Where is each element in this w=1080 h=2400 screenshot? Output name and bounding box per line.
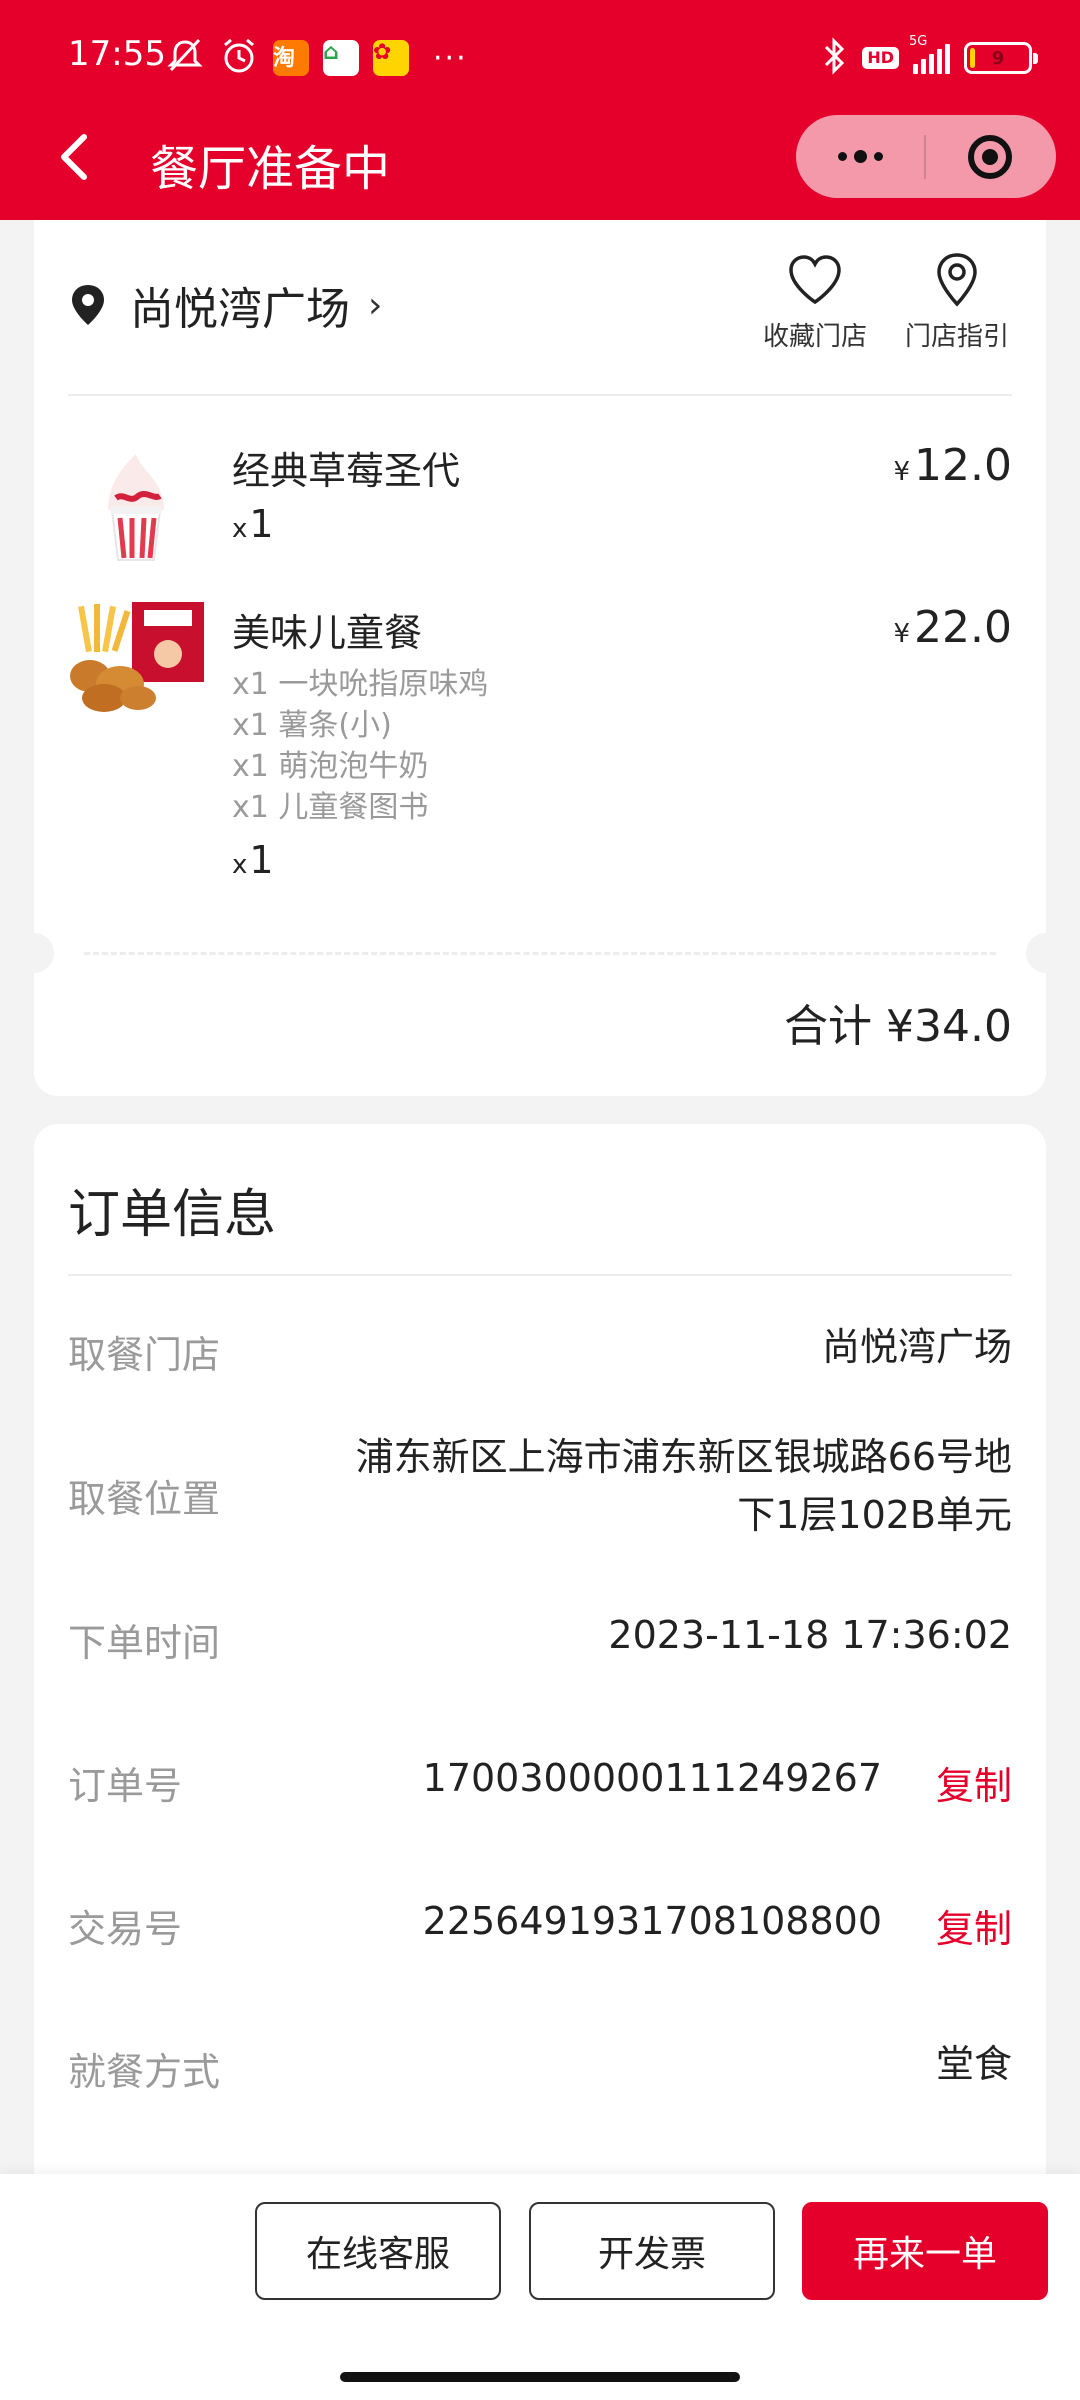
store-name: 尚悦湾广场 — [130, 284, 350, 335]
home-indicator[interactable] — [340, 2372, 740, 2382]
battery-level — [970, 48, 976, 68]
item-name: 美味儿童餐 — [232, 611, 423, 655]
order-item: 美味儿童餐 ¥22.0 x1 一块吮指原味鸡 x1 薯条(小) x1 萌泡泡牛奶… — [68, 602, 1012, 902]
order-info-title: 订单信息 — [68, 1185, 277, 1245]
map-pin-icon — [937, 253, 977, 307]
status-notification-icons: 淘 ⌂ ✿ ··· — [165, 36, 468, 80]
info-label: 订单号 — [68, 1764, 183, 1808]
order-info-card: 订单信息 取餐门店 尚悦湾广场 取餐位置 浦东新区上海市浦东新区银城路66号地 … — [34, 1124, 1046, 2224]
heart-icon — [789, 255, 841, 305]
status-bar: 17:55 淘 ⌂ ✿ ··· HD 5G 9 — [0, 0, 1080, 115]
sub-item: x1 薯条(小) — [232, 708, 392, 743]
info-value: 尚悦湾广场 — [821, 1325, 1012, 1369]
home-app-icon: ⌂ — [323, 40, 359, 76]
item-price: ¥22.0 — [893, 602, 1012, 653]
info-value-line: 浦东新区上海市浦东新区银城路66号地 — [355, 1435, 1012, 1479]
online-service-button[interactable]: 在线客服 — [255, 2202, 501, 2300]
dashed-divider — [84, 952, 996, 955]
order-items-card: 尚悦湾广场 › 收藏门店 门店指引 经典草莓圣代 ¥12.0 x1 美味儿童餐 … — [14, 200, 1066, 1096]
target-close-icon — [968, 134, 1012, 179]
info-label: 交易号 — [68, 1907, 183, 1951]
chevron-right-icon: › — [368, 284, 383, 326]
order-item: 经典草莓圣代 ¥12.0 x1 — [68, 440, 1012, 570]
more-notifications-icon: ··· — [433, 40, 468, 76]
info-label: 取餐位置 — [68, 1477, 221, 1521]
location-pin-icon — [72, 285, 104, 325]
network-type: 5G — [909, 34, 928, 49]
sundae-image — [68, 440, 204, 576]
nav-bar: 餐厅准备中 — [0, 115, 1080, 220]
info-label: 取餐门店 — [68, 1333, 221, 1377]
more-button[interactable] — [796, 115, 924, 198]
page-title: 餐厅准备中 — [150, 141, 391, 197]
order-total: 合计 ¥34.0 — [784, 1001, 1012, 1052]
hd-badge: HD — [862, 47, 899, 69]
alarm-icon — [219, 36, 259, 80]
info-value: 1700300000111249267 — [422, 1756, 882, 1800]
info-value: 2023-11-18 17:36:02 — [608, 1613, 1012, 1657]
mini-program-capsule — [796, 115, 1056, 198]
bluetooth-icon — [822, 36, 848, 80]
sub-item: x1 萌泡泡牛奶 — [232, 749, 429, 784]
store-link[interactable]: 尚悦湾广场 › — [68, 270, 382, 340]
mute-icon — [165, 36, 205, 80]
item-price: ¥12.0 — [893, 440, 1012, 491]
info-row-transaction-number: 交易号 2256491931708108800 复制 — [68, 1898, 1012, 1958]
store-guide-label: 门店指引 — [904, 322, 1009, 352]
info-value: 2256491931708108800 — [422, 1899, 882, 1943]
top-header: 17:55 淘 ⌂ ✿ ··· HD 5G 9 餐厅准备中 — [0, 0, 1080, 220]
info-row-pickup-location: 取餐位置 浦东新区上海市浦东新区银城路66号地 下1层102B单元 — [68, 1434, 1012, 1554]
store-guide-button[interactable]: 门店指引 — [902, 250, 1012, 353]
info-label: 下单时间 — [68, 1621, 221, 1665]
kids-meal-image — [68, 602, 204, 738]
info-row-order-number: 订单号 1700300000111249267 复制 — [68, 1755, 1012, 1815]
sub-item: x1 一块吮指原味鸡 — [232, 667, 489, 702]
info-row-dining-mode: 就餐方式 堂食 — [68, 2041, 1012, 2101]
status-time: 17:55 — [68, 34, 166, 74]
info-value-line: 下1层102B单元 — [737, 1493, 1012, 1537]
item-name: 经典草莓圣代 — [232, 449, 461, 493]
battery-icon: 9 — [964, 42, 1038, 74]
copy-order-number-button[interactable]: 复制 — [936, 1755, 1012, 1810]
taobao-app-icon: 淘 — [273, 40, 309, 76]
invoice-button[interactable]: 开发票 — [529, 2202, 775, 2300]
chevron-left-icon — [61, 134, 87, 180]
store-actions: 收藏门店 门店指引 — [760, 250, 1012, 353]
info-label: 就餐方式 — [68, 2050, 221, 2094]
ticket-notch — [14, 933, 54, 973]
more-dots-icon — [837, 152, 847, 161]
info-row-pickup-store: 取餐门店 尚悦湾广场 — [68, 1324, 1012, 1384]
signal-icon: 5G — [909, 34, 950, 74]
favorite-store-label: 收藏门店 — [762, 322, 867, 352]
back-button[interactable] — [44, 127, 104, 187]
rabbit-app-icon: ✿ — [373, 40, 409, 76]
sub-item: x1 儿童餐图书 — [232, 790, 429, 825]
status-system-icons: HD 5G 9 — [822, 34, 1038, 80]
info-row-order-time: 下单时间 2023-11-18 17:36:02 — [68, 1612, 1012, 1672]
reorder-button[interactable]: 再来一单 — [802, 2202, 1048, 2300]
item-quantity: x1 — [232, 502, 274, 546]
bottom-action-bar: 在线客服 开发票 再来一单 — [0, 2174, 1080, 2400]
divider — [68, 394, 1012, 396]
item-quantity: x1 — [232, 838, 274, 882]
ticket-notch — [1026, 933, 1066, 973]
divider — [68, 1274, 1012, 1276]
info-value: 堂食 — [935, 2042, 1012, 2086]
close-mini-program-button[interactable] — [926, 115, 1054, 198]
copy-transaction-number-button[interactable]: 复制 — [936, 1898, 1012, 1953]
battery-percent: 9 — [991, 47, 1005, 69]
favorite-store-button[interactable]: 收藏门店 — [760, 250, 870, 353]
